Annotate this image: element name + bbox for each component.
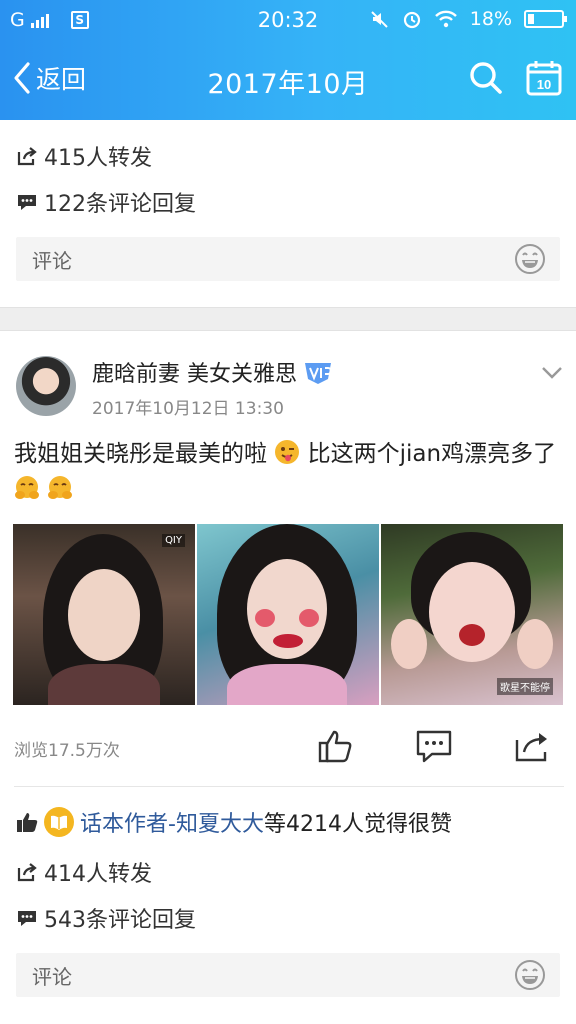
wink-tongue-emoji-icon [275,440,300,464]
post-photo-1[interactable]: QIY [13,524,195,705]
photo-hand [391,619,427,669]
search-button[interactable] [466,58,506,98]
status-icons: 18% [370,8,567,30]
post-timestamp: 2017年10月12日 13:30 [92,399,284,419]
comment-count[interactable]: 543条评论回复 [16,902,196,934]
nav-bar: 返回 2017年10月 10 [0,40,576,120]
wifi-icon [434,10,457,28]
speech-bubble-icon [18,195,36,210]
post-text-part2: 比这两个jian鸡漂亮多了 [307,441,557,467]
comment-input[interactable]: 评论 [16,953,560,997]
photo-blush [255,609,275,627]
photo-clothing [48,664,160,705]
repost-count[interactable]: 415人转发 [16,140,152,172]
back-button[interactable]: 返回 [12,60,86,96]
battery-level [528,14,534,24]
mute-icon [371,11,388,28]
comment-count[interactable]: 122条评论回复 [16,186,196,218]
photo-mouth [459,624,485,646]
divider [14,786,564,787]
photo-watermark: 歌星不能停 [497,678,553,695]
photo-face [429,562,515,662]
back-label: 返回 [36,65,87,94]
calendar-icon: 10 [526,61,562,96]
speech-bubble-icon [18,911,36,926]
chevron-left-icon [14,62,30,94]
author-name: 鹿晗前妻 美女关雅思 [92,362,297,387]
avatar[interactable] [16,356,76,416]
post-separator [0,307,576,331]
share-icon[interactable] [514,728,552,764]
battery-icon [524,10,567,28]
calendar-button[interactable]: 10 [524,58,564,98]
book-icon [51,815,67,830]
photo-lips [273,634,303,648]
comment-input[interactable]: 评论 [16,237,560,281]
comment-label: 543条评论回复 [44,908,196,933]
hugging-emoji-icon [48,476,73,499]
post-photo-2[interactable] [197,524,379,705]
share-arrow-icon [17,147,37,166]
photo-clothing [227,664,347,705]
grin-emoji-icon[interactable] [514,243,546,275]
comment-label: 122条评论回复 [44,192,196,217]
thumbs-up-icon[interactable] [317,728,355,764]
photo-watermark: QIY [162,534,185,547]
calendar-day: 10 [537,77,551,92]
chevron-down-icon[interactable] [540,362,564,382]
speech-bubble-icon[interactable] [415,728,453,764]
grin-emoji-icon[interactable] [514,959,546,991]
view-count: 浏览17.5万次 [14,741,120,761]
photo-blush [299,609,319,627]
author-row[interactable]: 鹿晗前妻 美女关雅思 [92,356,335,388]
repost-label: 414人转发 [44,862,152,887]
comment-placeholder: 评论 [32,964,72,989]
comment-placeholder: 评论 [32,248,72,273]
likes-suffix: 等4214人觉得很赞 [263,812,452,837]
vip-badge-icon [305,363,332,384]
liker-name[interactable]: 话本作者-知夏大大 [80,806,264,838]
hugging-emoji-icon [15,476,39,499]
thumbs-up-icon [17,813,38,832]
liker-avatar[interactable] [44,807,74,837]
repost-label: 415人转发 [44,146,152,171]
alarm-icon [403,11,420,29]
photo-face [68,569,140,661]
app-header: G S 20:32 18% 返回 2017年10月 10 [0,0,576,120]
post-text: 我姐姐关晓彤是最美的啦 比这两个jian鸡漂亮多了 [14,436,564,508]
photo-hand [517,619,553,669]
repost-count[interactable]: 414人转发 [16,856,152,888]
share-arrow-icon [17,863,37,882]
post-photo-3[interactable]: 歌星不能停 [381,524,563,705]
status-bar: G S 20:32 18% [0,0,576,40]
battery-percent: 18% [469,8,512,30]
likes-summary[interactable]: 话本作者-知夏大大 等4214人觉得很赞 [16,806,452,838]
post-text-part1: 我姐姐关晓彤是最美的啦 [14,441,267,467]
